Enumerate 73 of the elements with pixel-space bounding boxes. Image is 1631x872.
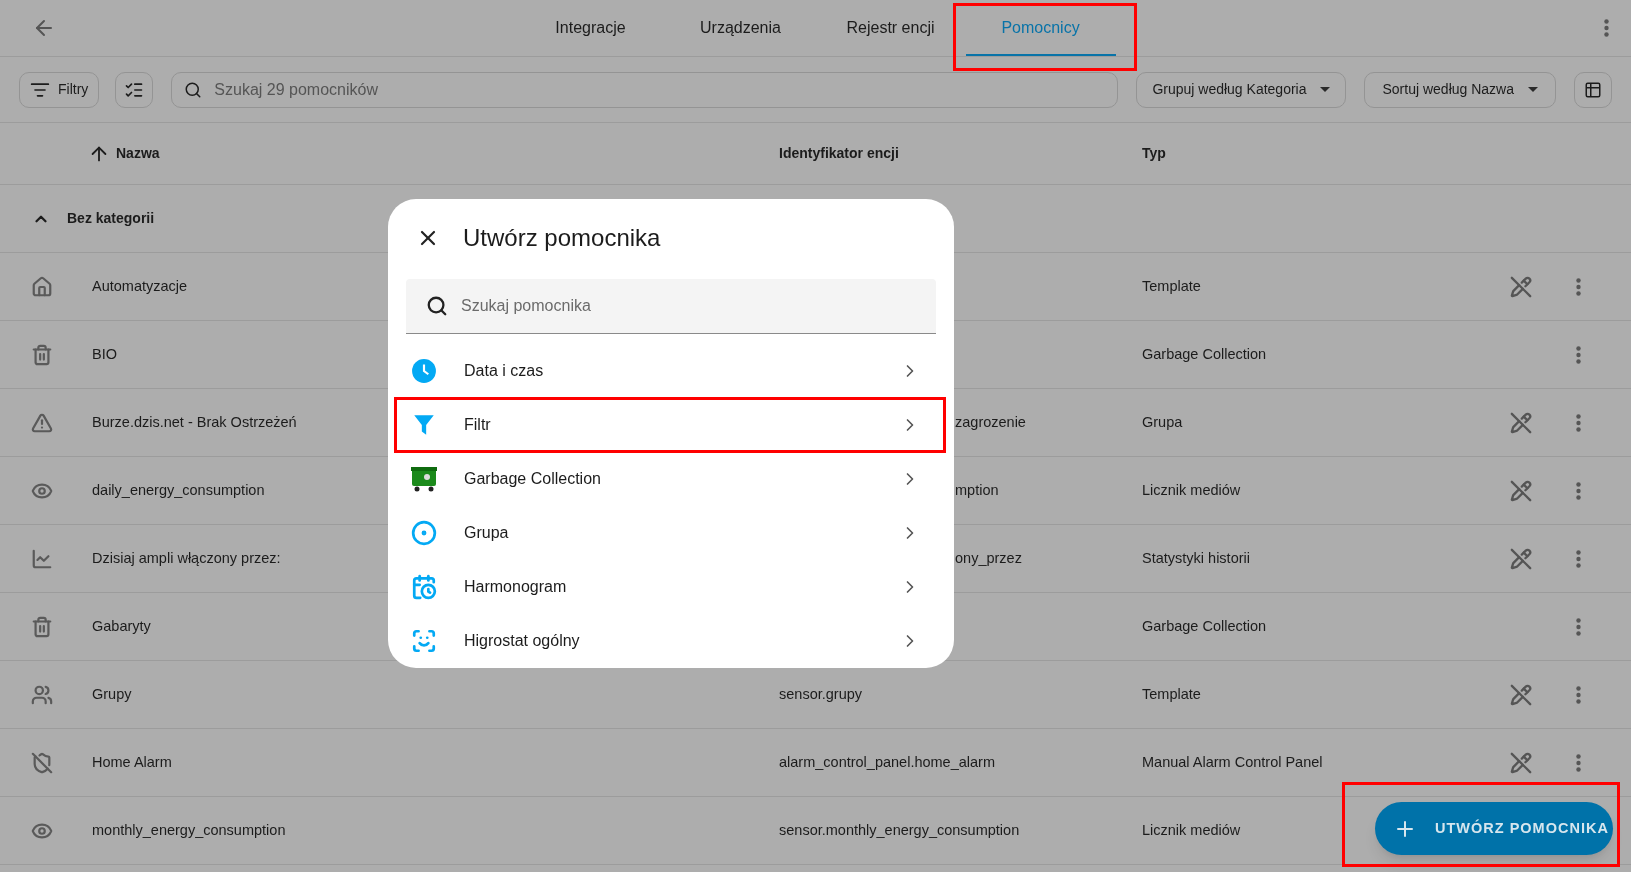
helper-type-item[interactable]: Data i czas	[388, 344, 954, 398]
column-header[interactable]: Nazwa	[116, 143, 160, 164]
search-icon	[184, 80, 203, 99]
table-cell: Dzisiaj ampli włączony przez:	[92, 549, 281, 566]
tab[interactable]: Urządzenia	[665, 1, 816, 56]
more-icon	[1576, 481, 1581, 500]
trash-icon	[31, 615, 53, 638]
helper-type-item[interactable]: Higrostat ogólny	[388, 614, 954, 668]
sort-by-dropdown[interactable]: Sortuj według Nazwa	[1364, 71, 1556, 108]
search-input[interactable]: Szukaj pomocnika	[461, 294, 936, 319]
table-cell: alarm_control_panel.home_alarm	[779, 753, 995, 770]
table-cell: zagrozenie	[955, 413, 1026, 430]
table-cell: Licznik mediów	[1142, 821, 1241, 838]
table-settings-icon	[1584, 80, 1602, 99]
table-cell: Grupy	[92, 685, 132, 702]
filters-button[interactable]: Filtry	[19, 71, 100, 108]
table-cell: Garbage Collection	[1142, 345, 1267, 362]
garbage-bin-icon	[410, 465, 438, 493]
table-cell: Gabaryty	[92, 617, 151, 634]
shield-off-icon	[31, 751, 53, 774]
group-label: Bez kategorii	[67, 209, 155, 228]
table-cell: ony_przez	[955, 549, 1022, 566]
helper-type-item[interactable]: Grupa	[388, 506, 954, 560]
table-cell: Garbage Collection	[1142, 617, 1267, 634]
more-icon	[1576, 685, 1581, 704]
clock-icon	[411, 358, 437, 384]
more-icon	[1576, 345, 1581, 364]
line-chart-icon	[31, 547, 53, 570]
tab[interactable]: Integracje	[515, 1, 666, 56]
house-icon	[31, 275, 53, 298]
table-cell: Burze.dzis.net - Brak Ostrzeżeń	[92, 413, 297, 430]
table-cell: Manual Alarm Control Panel	[1142, 753, 1323, 770]
more-icon	[1576, 753, 1581, 772]
table-cell: monthly_energy_consumption	[92, 821, 286, 838]
search-icon	[426, 295, 448, 318]
table-cell: Template	[1142, 685, 1201, 702]
table-cell: sensor.grupy	[779, 685, 863, 702]
table-cell: mption	[955, 481, 999, 498]
table-cell: Grupa	[1142, 413, 1183, 430]
table-settings-button[interactable]	[1574, 71, 1612, 108]
more-icon	[1576, 413, 1581, 432]
people-icon	[31, 683, 53, 706]
tab[interactable]: Rejestr encji	[815, 1, 966, 56]
more-icon	[1604, 19, 1609, 37]
more-icon	[1576, 277, 1581, 296]
table-cell: Licznik mediów	[1142, 481, 1241, 498]
caret-icon	[1528, 87, 1538, 92]
column-header[interactable]: Identyfikator encji	[779, 145, 899, 161]
warning-icon	[31, 411, 53, 434]
trash-icon	[31, 343, 53, 366]
create-helper-button[interactable]: UTWÓRZ POMOCNIKA	[1375, 802, 1613, 855]
selection-mode-button[interactable]	[115, 71, 154, 108]
helper-type-item[interactable]: Garbage Collection	[388, 452, 954, 506]
calendar-clock-icon	[411, 574, 437, 600]
table-cell: Statystyki historii	[1142, 549, 1250, 566]
search-field[interactable]: Szukaj 29 pomocników	[171, 71, 1119, 108]
table-cell: BIO	[92, 345, 117, 362]
helper-type-item[interactable]: Harmonogram	[388, 560, 954, 614]
search-input[interactable]: Szukaj 29 pomocników	[214, 77, 1106, 102]
more-icon	[1576, 549, 1581, 568]
table-cell: sensor.monthly_energy_consumption	[779, 821, 1020, 838]
caret-icon	[1320, 87, 1331, 92]
column-header[interactable]: Typ	[1142, 145, 1166, 161]
search-field[interactable]: Szukaj pomocnika	[406, 279, 936, 334]
table-cell: Template	[1142, 277, 1201, 294]
table-cell: Automatyzacje	[92, 277, 188, 294]
table-cell: daily_energy_consumption	[92, 481, 265, 498]
more-icon	[1576, 617, 1581, 636]
helper-type-item[interactable]: Filtr	[388, 398, 954, 452]
group-icon	[411, 520, 437, 546]
group-by-dropdown[interactable]: Grupuj według Kategoria	[1136, 71, 1347, 108]
table-cell: Home Alarm	[92, 753, 172, 770]
dialog-title: Utwórz pomocnika	[463, 223, 661, 254]
